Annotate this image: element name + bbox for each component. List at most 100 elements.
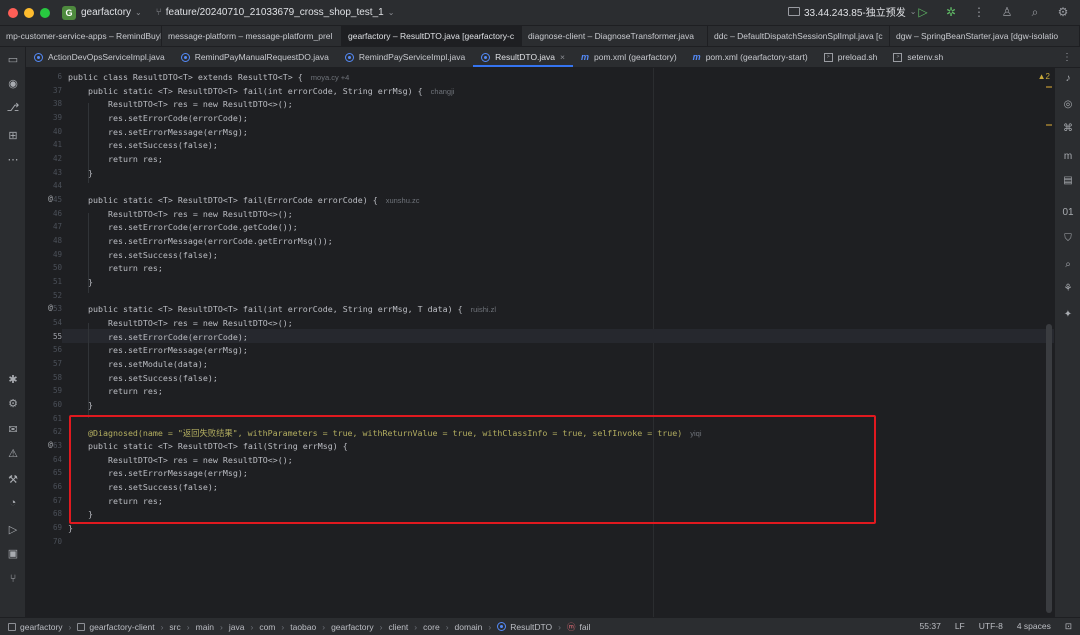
notifications-icon[interactable]: ✉ xyxy=(5,421,21,437)
breadcrumb-item[interactable]: taobao xyxy=(290,622,316,632)
inlay-author-hint[interactable]: xunshu.zc xyxy=(386,196,420,205)
structure-icon[interactable]: ⊞ xyxy=(5,127,21,143)
settings-gear-icon[interactable]: ⚙ xyxy=(1056,5,1070,20)
line-number: 46 xyxy=(52,209,62,218)
folder-icon xyxy=(8,622,16,631)
code-line: public static <T> ResultDTO<T> fail(int … xyxy=(68,304,496,314)
binary-icon[interactable]: 01 xyxy=(1060,204,1076,220)
git-icon[interactable]: ⑂ xyxy=(5,571,21,587)
breadcrumb-item[interactable]: client xyxy=(388,622,408,632)
problems-icon[interactable]: ⚠ xyxy=(5,445,21,461)
breadcrumb-item[interactable]: core xyxy=(423,622,440,632)
vertical-scrollbar[interactable] xyxy=(1046,324,1052,613)
file-tab[interactable]: ActionDevOpsServiceImpl.java xyxy=(26,47,173,67)
breadcrumb-item[interactable]: src xyxy=(169,622,180,632)
override-gutter-icon[interactable]: @ xyxy=(48,303,53,312)
breadcrumb-item[interactable]: fail xyxy=(580,622,591,632)
project-tab[interactable]: mp-customer-service-apps – RemindBuyMa xyxy=(0,26,162,46)
code-line: ResultDTO<T> res = new ResultDTO<>(); xyxy=(68,318,293,328)
project-tab-active[interactable]: gearfactory – ResultDTO.java [gearfactor… xyxy=(342,26,522,46)
search-file-icon[interactable]: ⌕ xyxy=(1060,256,1076,272)
project-folder-icon[interactable]: ▭ xyxy=(5,51,21,67)
inlay-author-hint[interactable]: changji xyxy=(431,87,455,96)
run-configuration-selector[interactable]: 33.44.243.85-独立预发 ⌄ xyxy=(788,4,916,19)
minimize-window-button[interactable] xyxy=(24,7,34,18)
breadcrumb-item[interactable]: domain xyxy=(455,622,483,632)
window-controls xyxy=(8,7,50,18)
more-tabs-icon[interactable]: ⋮ xyxy=(1054,47,1080,67)
project-tab[interactable]: diagnose-client – DiagnoseTransformer.ja… xyxy=(522,26,708,46)
file-tab[interactable]: m pom.xml (gearfactory-start) xyxy=(685,47,816,67)
line-separator[interactable]: LF xyxy=(955,621,965,632)
inlay-author-hint[interactable]: moya.cy +4 xyxy=(311,73,350,82)
close-window-button[interactable] xyxy=(8,7,18,18)
notifications-bell-icon[interactable]: ♪ xyxy=(1060,70,1076,86)
breadcrumb-item[interactable]: gearfactory-client xyxy=(89,622,154,632)
profiler-icon[interactable]: ◔ xyxy=(5,495,21,511)
monitor-icon xyxy=(788,7,800,16)
database-icon[interactable]: ◎ xyxy=(1060,96,1076,112)
file-tab[interactable]: > setenv.sh xyxy=(885,47,951,67)
title-bar: G gearfactory ⌄ ⑂ feature/20240710_21033… xyxy=(0,0,1080,26)
ai-assistant-icon[interactable]: ⌘ xyxy=(1060,120,1076,136)
code-text: public static <T> ResultDTO<T> fail(int … xyxy=(68,304,463,314)
inlay-author-hint[interactable]: ruishi.zl xyxy=(471,305,496,314)
breadcrumb-item[interactable]: main xyxy=(196,622,214,632)
commit-icon[interactable]: ◉ xyxy=(5,75,21,91)
project-tab[interactable]: dgw – SpringBeanStarter.java [dgw-isolat… xyxy=(890,26,1080,46)
breadcrumb-item[interactable]: gearfactory xyxy=(20,622,63,632)
terminal-icon[interactable]: ▣ xyxy=(5,545,21,561)
file-tab[interactable]: > preload.sh xyxy=(816,47,886,67)
branch-selector[interactable]: feature/20240710_21033679_cross_shop_tes… xyxy=(166,7,384,18)
pull-requests-icon[interactable]: ⎇ xyxy=(5,99,21,115)
debug-icon[interactable]: ✲ xyxy=(944,5,958,20)
read-only-lock-icon[interactable]: ⊡ xyxy=(1065,621,1072,632)
maven-icon: m xyxy=(580,52,589,62)
caret-position[interactable]: 55:37 xyxy=(920,621,941,632)
breadcrumb-separator: › xyxy=(322,621,326,632)
build-hammer-icon[interactable]: ⚒ xyxy=(5,471,21,487)
code-line: res.setErrorCode(errorCode); xyxy=(68,332,248,342)
run-icon[interactable]: ▷ xyxy=(916,5,930,20)
file-encoding[interactable]: UTF-8 xyxy=(979,621,1003,632)
file-tab[interactable]: RemindPayServiceImpl.java xyxy=(337,47,473,67)
services-icon[interactable]: ⚙ xyxy=(5,395,21,411)
breadcrumb-item[interactable]: java xyxy=(229,622,245,632)
zoom-window-button[interactable] xyxy=(40,7,50,18)
file-tab[interactable]: RemindPayManualRequestDO.java xyxy=(173,47,337,67)
debug-bug-icon[interactable]: ✱ xyxy=(5,371,21,387)
code-line: res.setErrorCode(errorCode); xyxy=(68,113,248,123)
warning-indicator[interactable]: ▲2 xyxy=(1038,72,1050,81)
line-number: 41 xyxy=(52,140,62,149)
line-number: 64 xyxy=(52,455,62,464)
close-tab-icon[interactable]: × xyxy=(560,52,565,62)
code-text: public static <T> ResultDTO<T> fail(Erro… xyxy=(68,195,378,205)
more-tools-icon[interactable]: ⋯ xyxy=(5,151,21,167)
more-actions-icon[interactable]: ⋮ xyxy=(972,5,986,20)
endpoints-icon[interactable]: ▤ xyxy=(1060,172,1076,188)
file-tab-active[interactable]: ResultDTO.java × xyxy=(473,47,573,67)
project-selector[interactable]: gearfactory xyxy=(81,7,131,18)
copilot-icon[interactable]: ✦ xyxy=(1060,306,1076,322)
file-tab[interactable]: m pom.xml (gearfactory) xyxy=(573,47,685,67)
add-user-icon[interactable]: ♙ xyxy=(1000,5,1014,20)
indent-setting[interactable]: 4 spaces xyxy=(1017,621,1051,632)
project-tab[interactable]: message-platform – message-platform_prel xyxy=(162,26,342,46)
project-tab-label: dgw – SpringBeanStarter.java [dgw-isolat… xyxy=(896,31,1059,41)
breadcrumb-item[interactable]: com xyxy=(259,622,275,632)
breadcrumb-item[interactable]: gearfactory xyxy=(331,622,374,632)
run-play-icon[interactable]: ▷ xyxy=(5,521,21,537)
project-tab-label: diagnose-client – DiagnoseTransformer.ja… xyxy=(528,31,694,41)
breadcrumb-separator: › xyxy=(186,621,190,632)
breadcrumb-item[interactable]: ResultDTO xyxy=(510,622,552,632)
override-gutter-icon[interactable]: @ xyxy=(48,440,53,449)
line-number: 51 xyxy=(52,277,62,286)
plugin-icon[interactable]: ⚘ xyxy=(1060,280,1076,296)
override-gutter-icon[interactable]: @ xyxy=(48,194,53,203)
project-tab[interactable]: ddc – DefaultDispatchSessionSplImpl.java… xyxy=(708,26,890,46)
search-icon[interactable]: ⌕ xyxy=(1028,5,1042,20)
code-editor[interactable]: 6 37 38 39 40 41 42 43 44 45 46 47 48 49… xyxy=(26,68,1054,617)
project-badge[interactable]: G xyxy=(62,5,76,20)
maven-icon[interactable]: m xyxy=(1060,148,1076,164)
shield-icon[interactable]: ⛉ xyxy=(1060,230,1076,246)
